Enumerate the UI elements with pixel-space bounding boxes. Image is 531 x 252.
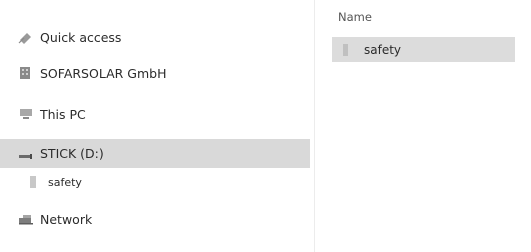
file-list-pane: Name safety xyxy=(315,0,531,252)
nav-item-label: SOFARSOLAR GmbH xyxy=(40,65,167,81)
nav-item-stick-d[interactable]: STICK (D:) xyxy=(0,139,310,168)
company-folder-icon xyxy=(18,66,34,80)
nav-item-sofarsolar[interactable]: SOFARSOLAR GmbH xyxy=(0,62,310,84)
navigation-pane: Quick access SOFARSOLAR GmbH This PC STI… xyxy=(0,0,314,252)
name-column-header[interactable]: Name xyxy=(338,10,372,24)
folder-icon xyxy=(28,175,38,189)
network-icon xyxy=(18,212,34,226)
nav-item-label: Quick access xyxy=(40,29,122,45)
file-name: safety xyxy=(364,42,402,57)
nav-item-network[interactable]: Network xyxy=(0,208,310,230)
folder-icon xyxy=(340,43,352,57)
quick-access-pin-icon xyxy=(18,30,34,44)
usb-drive-icon xyxy=(18,147,34,161)
file-row[interactable]: safety xyxy=(332,37,515,62)
nav-item-this-pc[interactable]: This PC xyxy=(0,103,310,125)
computer-icon xyxy=(18,107,34,121)
nav-item-label: safety xyxy=(48,175,82,189)
nav-item-safety-folder[interactable]: safety xyxy=(0,172,310,192)
nav-item-label: This PC xyxy=(40,106,86,122)
nav-item-label: STICK (D:) xyxy=(40,146,104,161)
nav-item-quick-access[interactable]: Quick access xyxy=(0,26,310,48)
nav-item-label: Network xyxy=(40,211,93,227)
